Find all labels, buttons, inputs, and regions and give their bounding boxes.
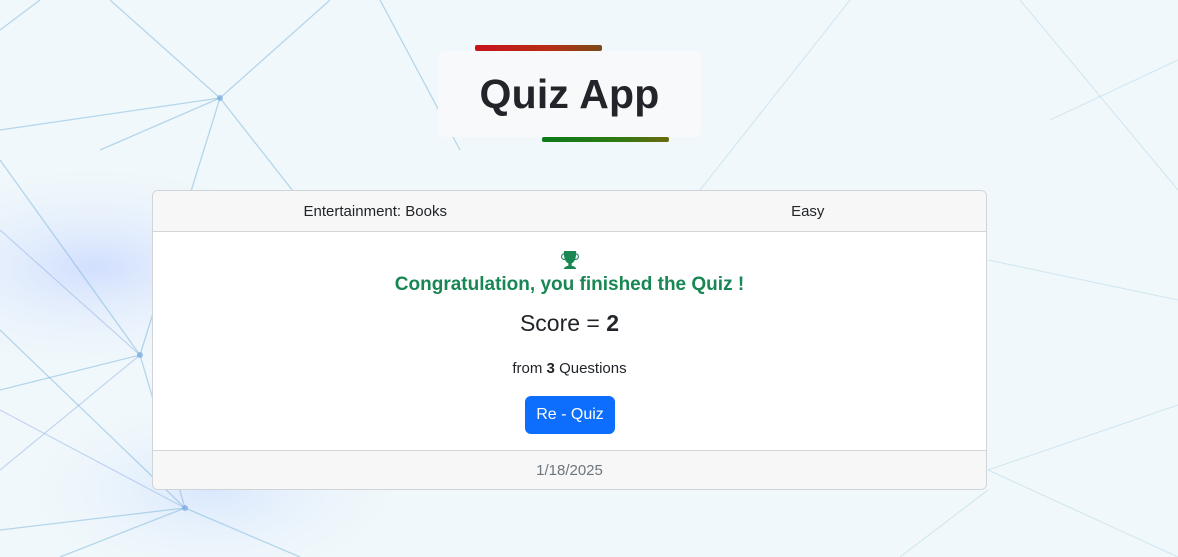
app-title-panel: Quiz App (438, 45, 701, 142)
congratulation-message: Congratulation, you finished the Quiz ! (394, 274, 745, 295)
title-accent-bottom (542, 137, 669, 142)
card-body: Congratulation, you finished the Quiz ! … (153, 232, 986, 450)
app-title: Quiz App (479, 70, 660, 117)
result-card: Entertainment: Books Easy Congratulation… (152, 190, 987, 490)
card-footer: 1/18/2025 (153, 450, 986, 489)
card-header: Entertainment: Books Easy (153, 191, 986, 232)
requiz-button[interactable]: Re - Quiz (525, 396, 615, 434)
quiz-difficulty: Easy (791, 202, 825, 220)
total-questions: 3 (546, 360, 555, 377)
title-box: Quiz App (438, 51, 701, 137)
questions-label: Questions (559, 360, 627, 377)
questions-count: from 3 Questions (153, 360, 986, 377)
from-label: from (512, 360, 543, 377)
score-display: Score = 2 (153, 310, 986, 337)
quiz-date: 1/18/2025 (536, 462, 603, 479)
trophy-icon (561, 251, 579, 269)
score-label: Score = (519, 310, 607, 336)
quiz-category: Entertainment: Books (303, 202, 447, 220)
score-value: 2 (606, 310, 620, 336)
